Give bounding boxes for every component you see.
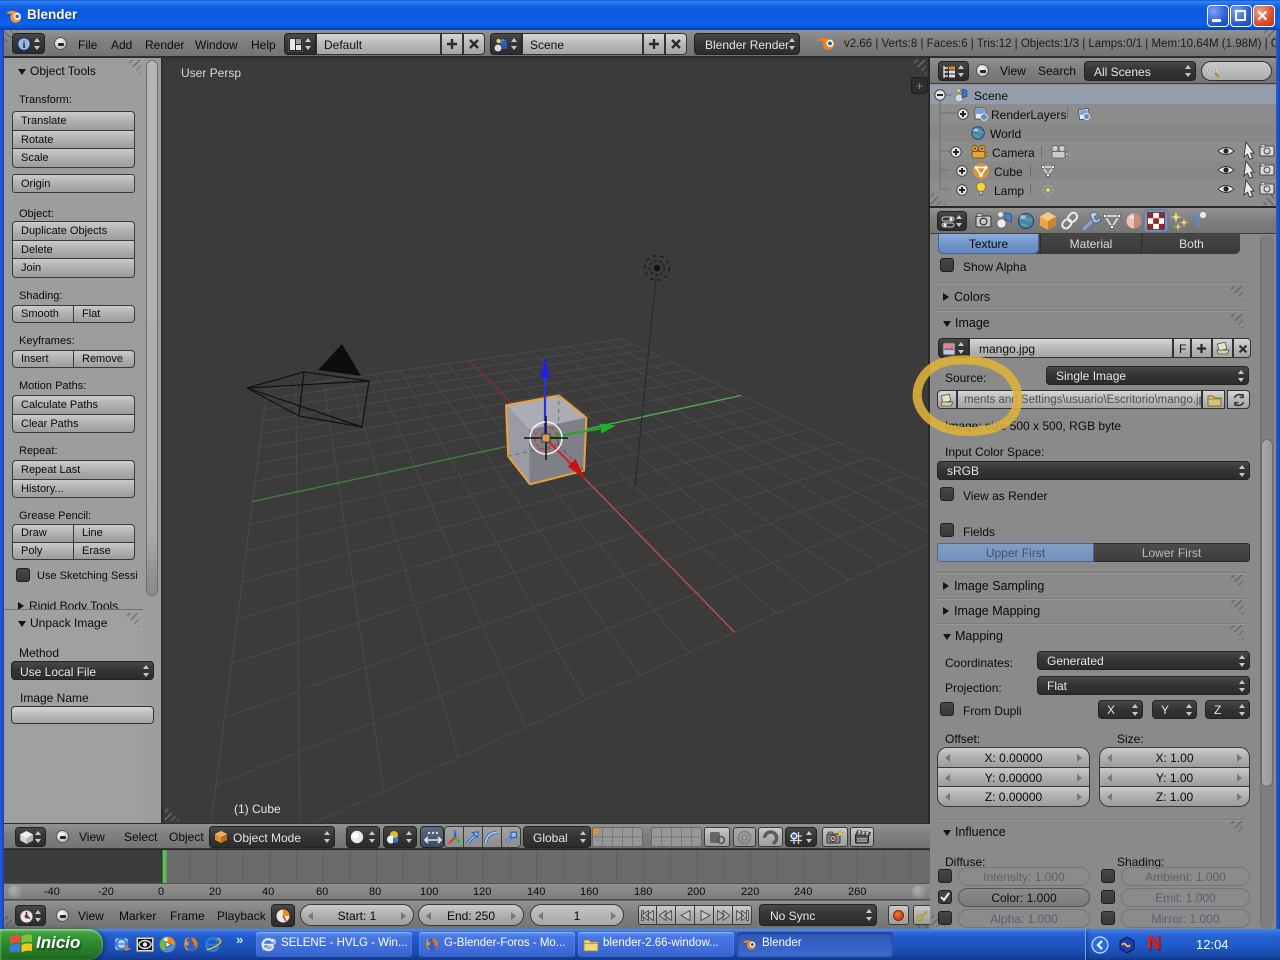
svg-text:i: i: [23, 40, 26, 51]
